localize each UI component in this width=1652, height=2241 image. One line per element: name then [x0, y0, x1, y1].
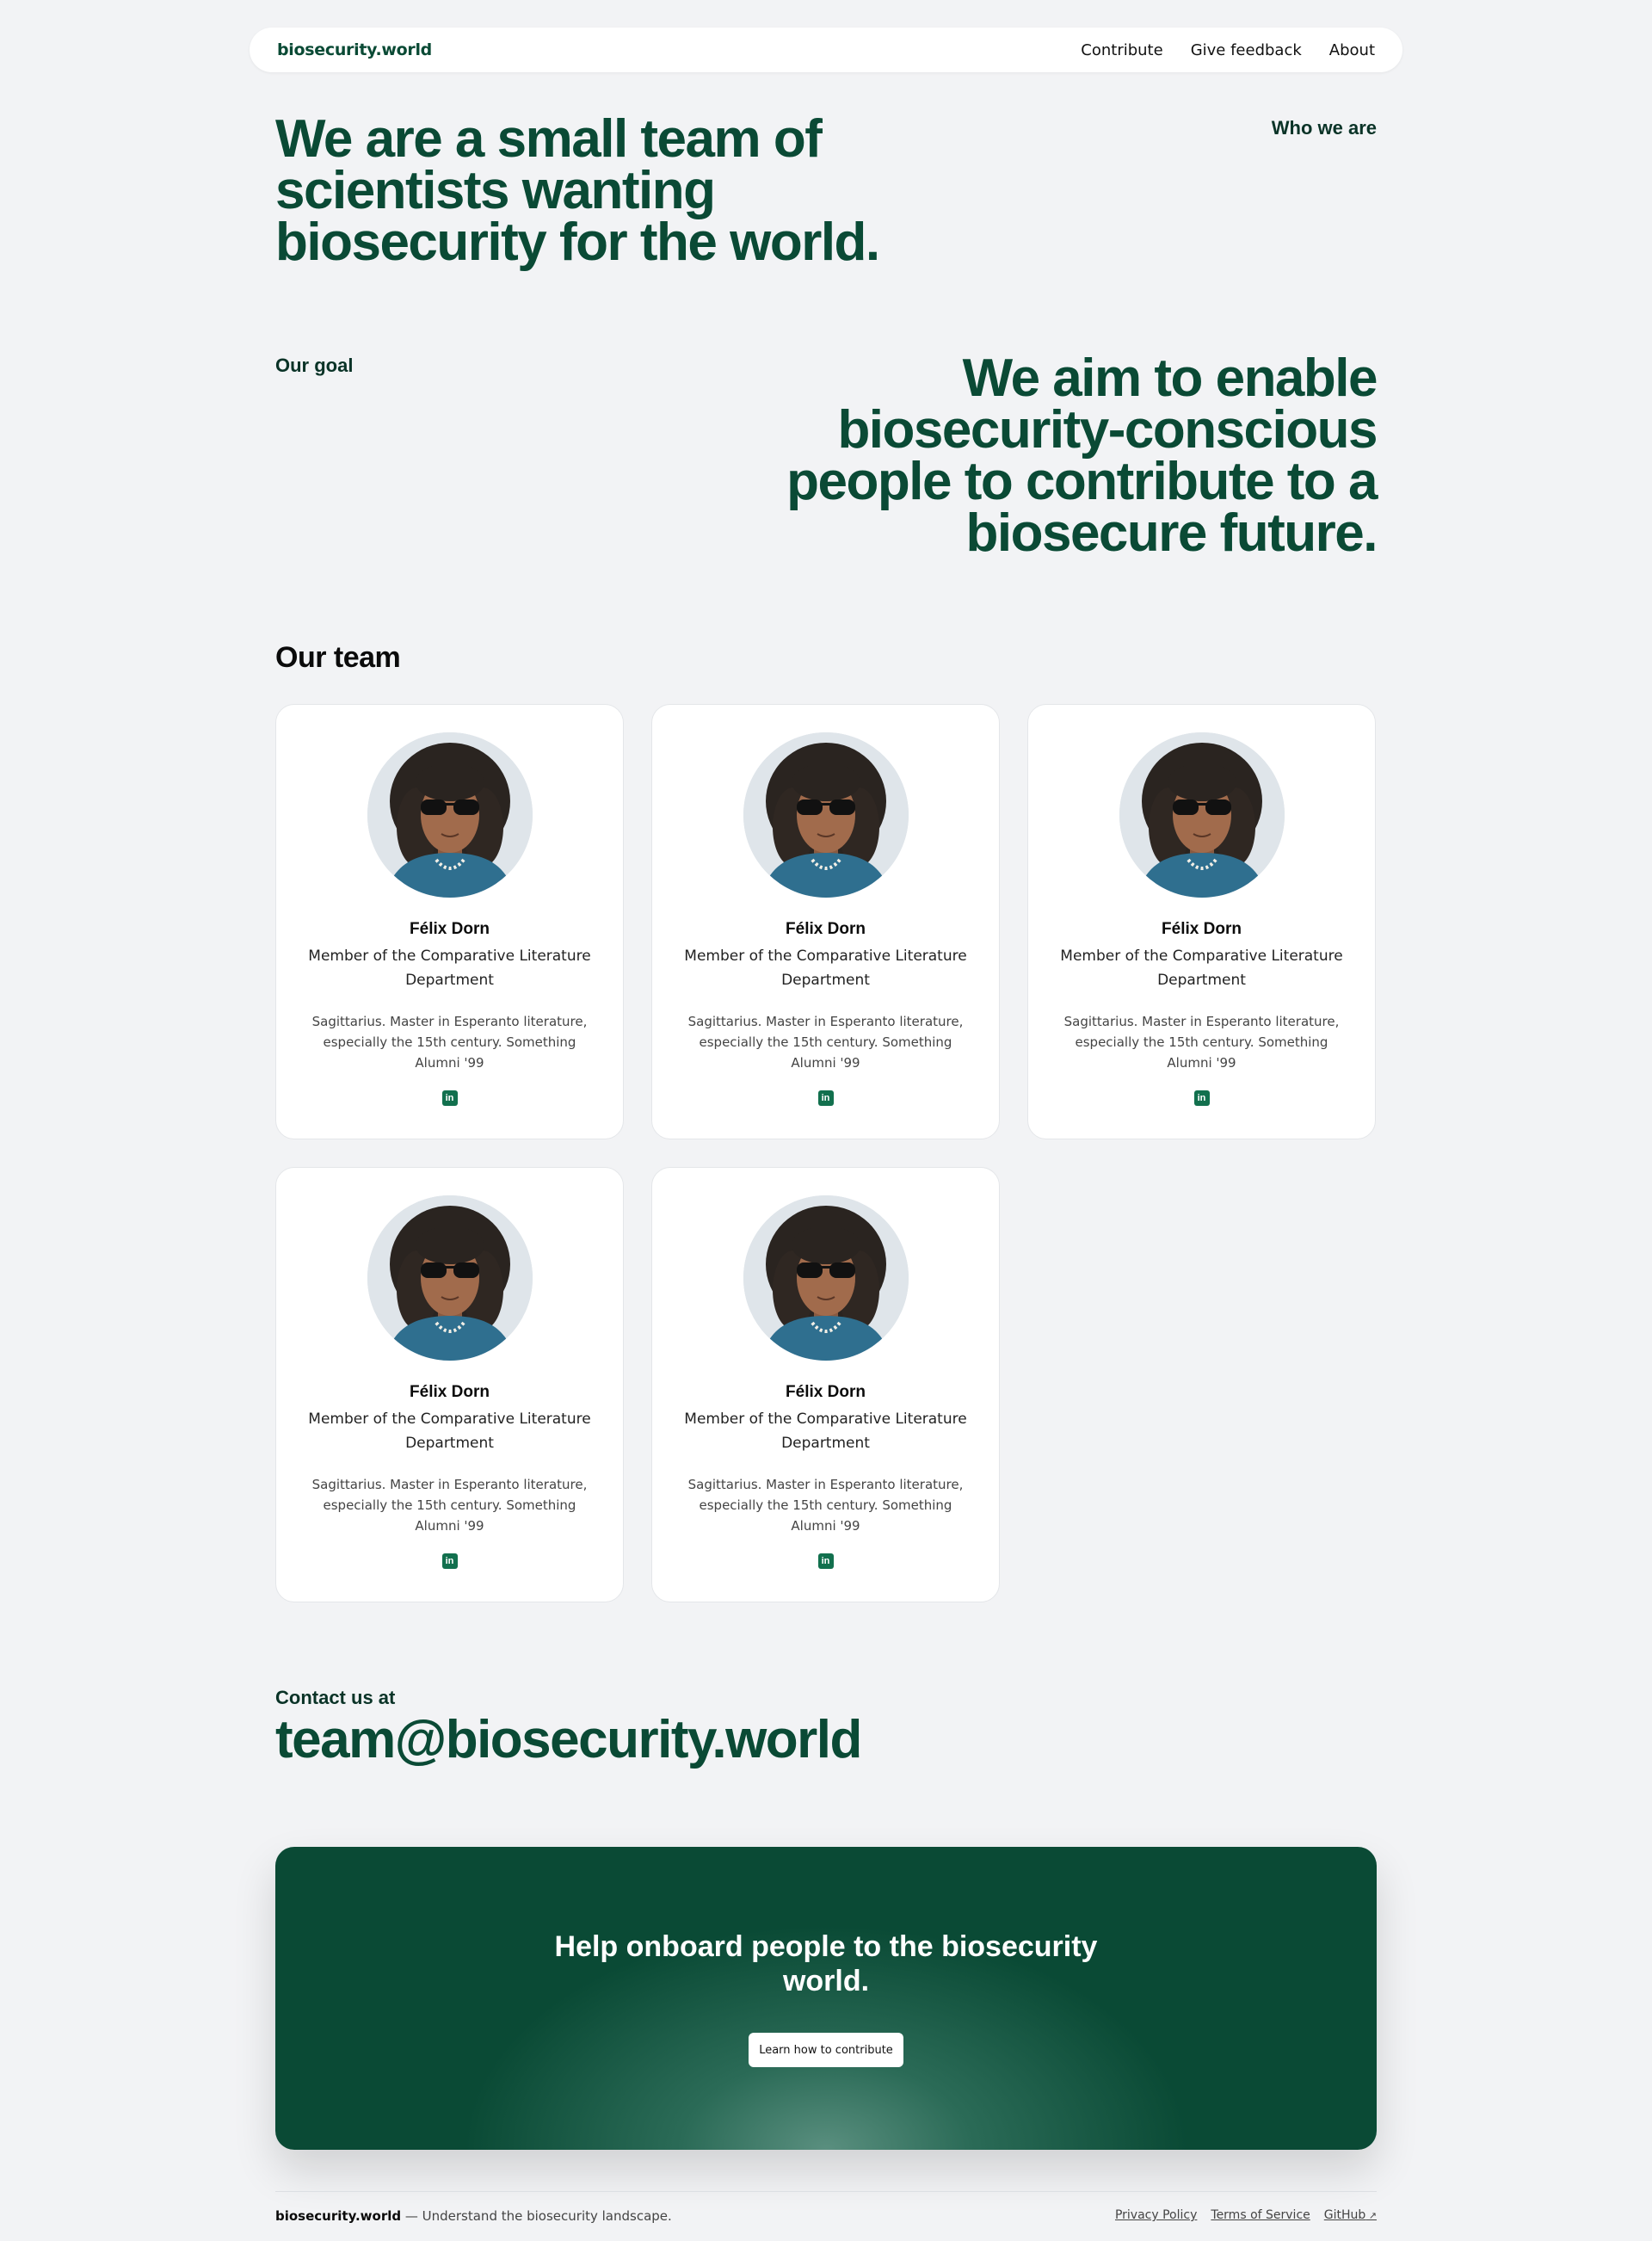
team-member-card: Félix Dorn Member of the Comparative Lit…: [275, 1167, 624, 1602]
linkedin-icon[interactable]: in: [441, 1090, 458, 1106]
member-name: Félix Dorn: [786, 1383, 866, 1401]
avatar: [1119, 732, 1285, 898]
team-heading: Our team: [275, 641, 401, 674]
avatar: [743, 732, 909, 898]
cta-banner: Help onboard people to the biosecurity w…: [275, 1847, 1377, 2150]
member-bio: Sagittarius. Master in Esperanto literat…: [1063, 1014, 1340, 1071]
member-name: Félix Dorn: [410, 920, 490, 938]
nav-link-give-feedback[interactable]: Give feedback: [1191, 41, 1302, 59]
avatar-photo: [743, 732, 909, 898]
avatar-photo: [743, 1195, 909, 1361]
external-link-icon: ↗: [1365, 2210, 1377, 2221]
team-grid: Félix Dorn Member of the Comparative Lit…: [275, 704, 1377, 1602]
nav-link-contribute[interactable]: Contribute: [1081, 41, 1162, 59]
contact-label: Contact us at: [275, 1687, 396, 1708]
footer-link-github-label: GitHub: [1323, 2208, 1366, 2222]
footer-tagline-text: — Understand the biosecurity landscape.: [401, 2208, 672, 2224]
avatar-photo: [1119, 732, 1285, 898]
footer-tagline: biosecurity.world — Understand the biose…: [275, 2208, 672, 2224]
team-member-card: Félix Dorn Member of the Comparative Lit…: [275, 704, 624, 1139]
footer-link-privacy-policy[interactable]: Privacy Policy: [1115, 2208, 1197, 2222]
section-label-who-we-are: Who we are: [1271, 117, 1377, 139]
nav-link-about[interactable]: About: [1329, 41, 1375, 59]
nav-links: Contribute Give feedback About: [1081, 41, 1375, 59]
team-member-card: Félix Dorn Member of the Comparative Lit…: [651, 704, 1000, 1139]
member-name: Félix Dorn: [1162, 920, 1242, 938]
contact-email-link[interactable]: team@biosecurity.world: [275, 1709, 862, 1770]
member-bio: Sagittarius. Master in Esperanto literat…: [687, 1014, 964, 1071]
member-role: Member of the Comparative Literature Dep…: [1060, 948, 1343, 989]
member-bio: Sagittarius. Master in Esperanto literat…: [311, 1014, 588, 1071]
hero-title: We are a small team of scientists wantin…: [275, 109, 880, 272]
avatar: [367, 1195, 533, 1361]
linkedin-icon[interactable]: in: [1193, 1090, 1210, 1106]
linkedin-icon[interactable]: in: [441, 1553, 458, 1569]
member-bio: Sagittarius. Master in Esperanto literat…: [687, 1477, 964, 1534]
member-name: Félix Dorn: [786, 920, 866, 938]
member-role: Member of the Comparative Literature Dep…: [308, 948, 591, 989]
cta-title-wrapper: Help onboard people to the biosecurity w…: [275, 1929, 1377, 1998]
avatar: [743, 1195, 909, 1361]
member-role: Member of the Comparative Literature Dep…: [308, 1411, 591, 1452]
member-name: Félix Dorn: [410, 1383, 490, 1401]
team-member-card: Félix Dorn Member of the Comparative Lit…: [1027, 704, 1376, 1139]
team-member-card: Félix Dorn Member of the Comparative Lit…: [651, 1167, 1000, 1602]
footer-link-github[interactable]: GitHub ↗: [1324, 2208, 1377, 2222]
goal-statement: We aim to enable biosecurity-conscious p…: [786, 349, 1378, 563]
avatar-photo: [367, 732, 533, 898]
learn-how-to-contribute-button[interactable]: Learn how to contribute: [749, 2033, 903, 2067]
footer-divider: [275, 2191, 1377, 2192]
footer-link-terms-of-service[interactable]: Terms of Service: [1211, 2208, 1310, 2222]
footer-brand[interactable]: biosecurity.world: [275, 2208, 401, 2224]
avatar: [367, 732, 533, 898]
section-label-our-goal: Our goal: [275, 355, 354, 376]
linkedin-icon[interactable]: in: [817, 1553, 834, 1569]
brand-logo-link[interactable]: biosecurity.world: [277, 40, 432, 59]
member-role: Member of the Comparative Literature Dep…: [684, 948, 967, 989]
avatar-photo: [367, 1195, 533, 1361]
top-navbar: biosecurity.world Contribute Give feedba…: [250, 28, 1402, 72]
cta-title: Help onboard people to the biosecurity w…: [554, 1930, 1098, 1997]
member-role: Member of the Comparative Literature Dep…: [684, 1411, 967, 1452]
footer-links: Privacy Policy Terms of Service GitHub ↗: [1115, 2208, 1377, 2222]
member-bio: Sagittarius. Master in Esperanto literat…: [311, 1477, 588, 1534]
linkedin-icon[interactable]: in: [817, 1090, 834, 1106]
